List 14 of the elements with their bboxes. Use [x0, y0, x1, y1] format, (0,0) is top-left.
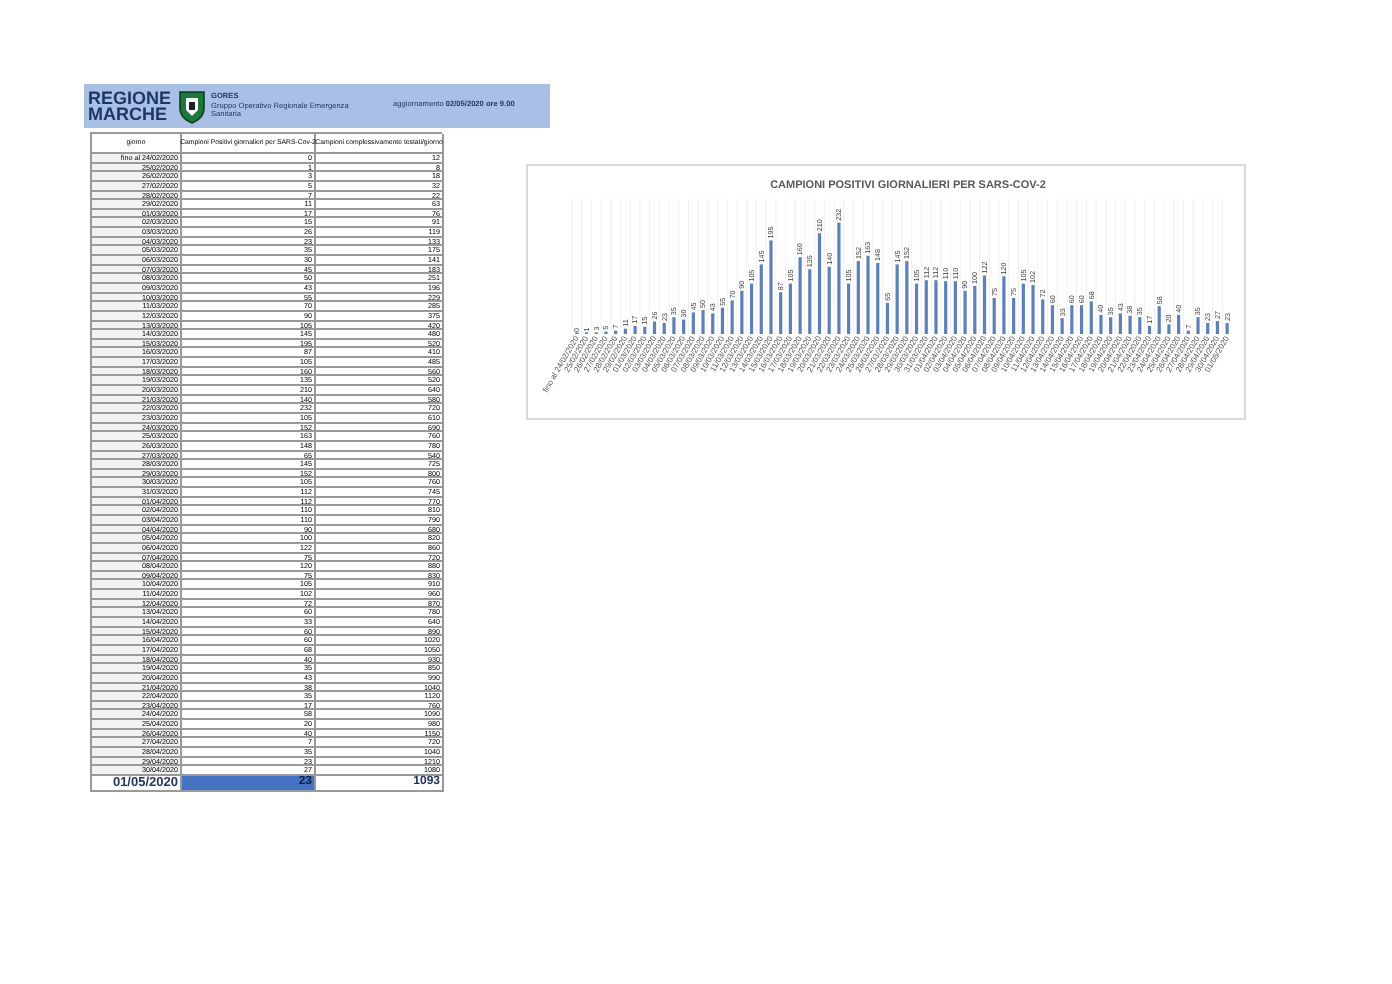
bar	[914, 283, 919, 334]
logo-text: MARCHE	[88, 106, 167, 122]
bar	[749, 283, 754, 334]
bar	[1215, 321, 1220, 334]
bar	[885, 302, 890, 334]
bar	[1147, 325, 1152, 334]
logo-text: REGIONE	[88, 90, 172, 106]
bar	[982, 275, 987, 334]
bar	[817, 233, 822, 334]
bar	[652, 321, 657, 334]
bar	[1050, 305, 1055, 334]
bar	[1079, 305, 1084, 334]
bar	[720, 307, 725, 334]
shield-logo-icon	[177, 89, 206, 123]
